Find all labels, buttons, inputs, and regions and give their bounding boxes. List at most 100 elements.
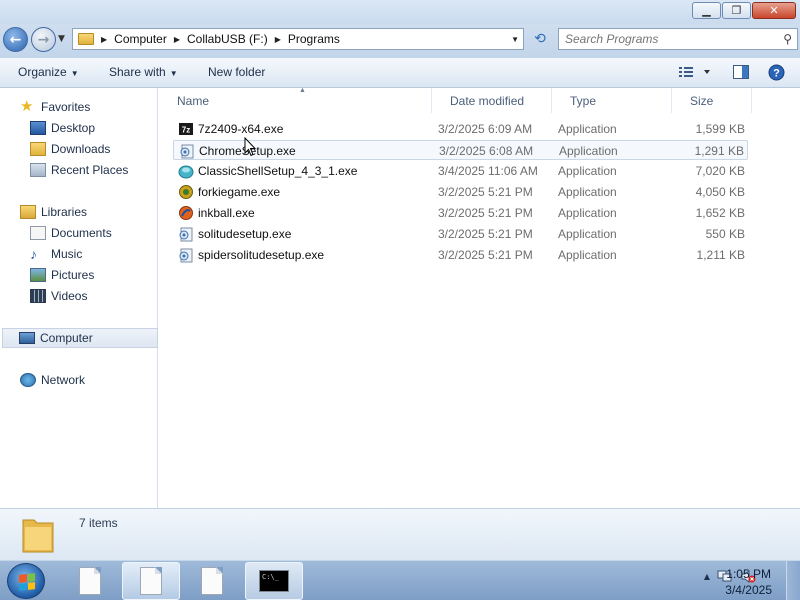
nav-label: Libraries — [41, 205, 88, 219]
nav-downloads[interactable]: Downloads — [30, 139, 110, 159]
file-date: 3/2/2025 6:08 AM — [439, 144, 534, 158]
file-name: inkball.exe — [198, 206, 255, 220]
file-row[interactable]: 7z 7z2409-x64.exe 3/2/2025 6:09 AM Appli… — [173, 119, 748, 139]
taskbar: C:\_ ▲ 1:05 PM 3/4/2025 — [0, 560, 800, 600]
shell-icon — [178, 165, 194, 179]
column-header-label: Type — [570, 94, 597, 108]
svg-text:?: ? — [773, 68, 780, 80]
address-dropdown-icon[interactable]: ▼ — [511, 35, 519, 44]
setup-icon — [179, 248, 193, 263]
nav-libraries[interactable]: Libraries — [20, 202, 87, 222]
nav-label: Music — [51, 247, 83, 261]
file-type: Application — [558, 206, 617, 220]
title-bar: ▁ ❐ ✕ — [0, 0, 800, 24]
nav-label: Videos — [51, 289, 88, 303]
clock-time: 1:05 PM — [726, 567, 771, 581]
nav-label: Downloads — [51, 142, 111, 156]
nav-label: Desktop — [51, 121, 96, 135]
file-size: 1,211 KB — [696, 248, 745, 262]
search-icon[interactable]: ⚲ — [783, 32, 792, 46]
nav-favorites[interactable]: ★ Favorites — [20, 97, 90, 117]
recent-pages-dropdown[interactable]: ▼ — [58, 34, 65, 44]
file-date: 3/2/2025 5:21 PM — [438, 227, 533, 241]
minimize-button[interactable]: ▁ — [692, 2, 721, 19]
start-button[interactable] — [7, 563, 45, 599]
back-button[interactable]: ← — [3, 27, 28, 52]
chevron-right-icon[interactable]: ▶ — [101, 35, 107, 44]
column-header-type[interactable]: Type — [552, 88, 672, 113]
organize-label: Organize — [18, 65, 67, 79]
file-name: 7z2409-x64.exe — [198, 122, 284, 136]
desktop-icon — [30, 121, 46, 135]
item-count: 7 items — [79, 516, 118, 530]
details-pane: 7 items — [0, 508, 800, 560]
forward-button[interactable]: → — [31, 27, 56, 52]
inkball-icon — [179, 206, 193, 220]
clock-date: 3/4/2025 — [725, 583, 772, 597]
file-name: spidersolitudesetup.exe — [198, 248, 325, 262]
system-clock[interactable]: 1:05 PM 3/4/2025 — [725, 566, 772, 598]
new-folder-button[interactable]: New folder — [208, 65, 265, 79]
breadcrumb-programs[interactable]: Programs — [288, 32, 340, 46]
column-header-name[interactable]: ▲ Name — [159, 87, 432, 113]
file-name: forkiegame.exe — [198, 185, 281, 199]
file-name: ClassicShellSetup_4_3_1.exe — [198, 164, 358, 178]
taskbar-app-document-1[interactable] — [61, 562, 119, 600]
chevron-down-icon: ▼ — [70, 69, 79, 78]
chevron-right-icon[interactable]: ▶ — [275, 35, 281, 44]
file-type: Application — [558, 164, 617, 178]
7zip-icon: 7z — [179, 123, 193, 135]
game-icon — [179, 185, 193, 199]
file-row[interactable]: inkball.exe 3/2/2025 5:21 PM Application… — [173, 203, 748, 223]
search-input[interactable] — [559, 29, 769, 49]
refresh-button[interactable]: ⟲ — [528, 28, 552, 50]
taskbar-app-explorer[interactable] — [122, 562, 180, 600]
nav-label: Pictures — [51, 268, 95, 282]
computer-icon — [19, 332, 35, 344]
refresh-icon: ⟲ — [534, 31, 546, 47]
nav-network[interactable]: Network — [20, 370, 85, 390]
nav-videos[interactable]: Videos — [30, 286, 87, 306]
file-row[interactable]: ChromeSetup.exe 3/2/2025 6:08 AM Applica… — [173, 140, 748, 160]
show-hidden-icons-button[interactable]: ▲ — [704, 572, 710, 581]
nav-pictures[interactable]: Pictures — [30, 265, 94, 285]
breadcrumb-drive[interactable]: CollabUSB (F:) — [187, 32, 268, 46]
folder-icon — [22, 519, 54, 553]
file-row[interactable]: spidersolitudesetup.exe 3/2/2025 5:21 PM… — [173, 245, 748, 265]
nav-computer[interactable]: Computer — [2, 328, 158, 348]
nav-label: Recent Places — [51, 163, 129, 177]
preview-pane-button[interactable] — [733, 64, 749, 83]
change-view-button[interactable] — [678, 64, 712, 83]
help-button[interactable]: ? — [768, 64, 785, 84]
documents-icon — [30, 226, 46, 240]
nav-music[interactable]: ♪ Music — [30, 244, 82, 264]
organize-button[interactable]: Organize ▼ — [18, 65, 79, 79]
file-size: 4,050 KB — [695, 185, 745, 199]
nav-label: Favorites — [41, 100, 91, 114]
address-bar[interactable]: ▶ Computer ▶ CollabUSB (F:) ▶ Programs ▼ — [72, 28, 524, 50]
taskbar-app-document-2[interactable] — [183, 562, 241, 600]
column-header-date[interactable]: Date modified — [432, 88, 552, 113]
chevron-right-icon[interactable]: ▶ — [174, 35, 180, 44]
file-row[interactable]: forkiegame.exe 3/2/2025 5:21 PM Applicat… — [173, 182, 748, 202]
file-date: 3/2/2025 5:21 PM — [438, 185, 533, 199]
maximize-button[interactable]: ❐ — [722, 2, 751, 19]
taskbar-app-command-prompt[interactable]: C:\_ — [245, 562, 303, 600]
nav-desktop[interactable]: Desktop — [30, 118, 95, 138]
document-icon — [140, 567, 162, 595]
music-icon: ♪ — [30, 246, 37, 262]
nav-recent-places[interactable]: Recent Places — [30, 160, 128, 180]
file-row[interactable]: solitudesetup.exe 3/2/2025 5:21 PM Appli… — [173, 224, 748, 244]
breadcrumb-computer[interactable]: Computer — [114, 32, 167, 46]
show-desktop-button[interactable] — [786, 561, 800, 600]
search-box[interactable]: ⚲ — [558, 28, 798, 50]
file-row[interactable]: ClassicShellSetup_4_3_1.exe 3/4/2025 11:… — [173, 161, 748, 181]
close-button[interactable]: ✕ — [752, 2, 796, 19]
downloads-folder-icon — [30, 142, 46, 156]
column-header-size[interactable]: Size — [672, 88, 752, 113]
share-with-button[interactable]: Share with ▼ — [109, 65, 178, 79]
column-header-label: Size — [690, 94, 714, 108]
nav-documents[interactable]: Documents — [30, 223, 112, 243]
file-size: 7,020 KB — [695, 164, 745, 178]
column-header-label: Date modified — [450, 94, 525, 108]
